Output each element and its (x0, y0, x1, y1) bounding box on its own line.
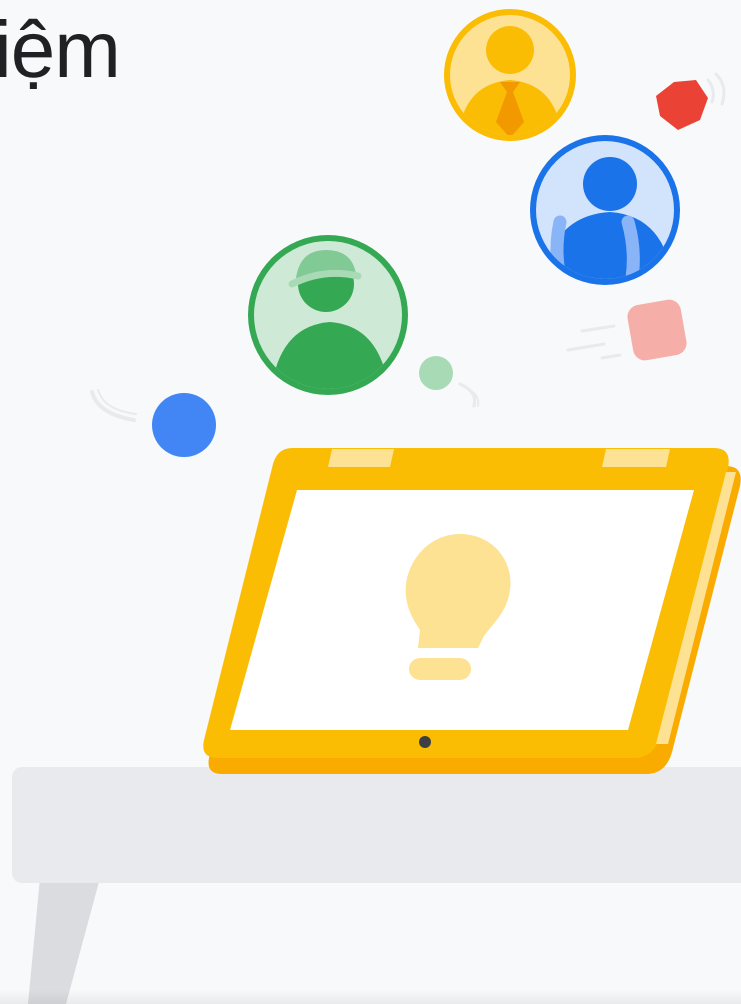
table (12, 767, 741, 1004)
table-leg (28, 878, 100, 1004)
laptop (203, 448, 741, 774)
page: iệm (0, 0, 741, 1004)
light-green-dot (419, 356, 480, 408)
laptop-highlight-left (328, 449, 394, 467)
avatar-worker-yellow (444, 9, 576, 141)
pink-square (566, 299, 687, 361)
bottom-shadow (0, 990, 741, 1004)
blue-dot (90, 389, 216, 457)
red-hexagon (656, 72, 726, 130)
laptop-highlight-right (602, 449, 670, 467)
laptop-camera (419, 736, 431, 748)
avatar-worker-blue (530, 135, 680, 285)
collaboration-illustration (12, 9, 741, 1004)
table-top (12, 767, 741, 883)
avatar-worker-green (248, 235, 408, 395)
